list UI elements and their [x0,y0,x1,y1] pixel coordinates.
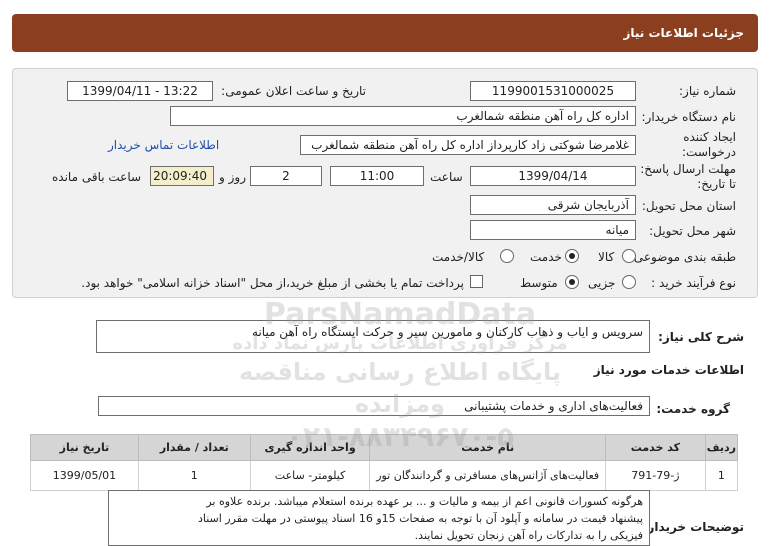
city-field: میانه [470,220,636,240]
table-header-row: ردیف کد خدمت نام خدمت واحد اندازه گیری ت… [30,434,739,461]
process-label: نوع فرآیند خرید : [651,276,736,290]
services-section-title: اطلاعات خدمات مورد نیاز [593,363,744,377]
need-number-field: 1199001531000025 [470,81,636,101]
city-label: شهر محل تحویل: [649,224,736,238]
buyer-field: اداره کل راه آهن منطقه شمالغرب [170,106,636,126]
process-minor-label: جزیی [588,276,616,290]
creator-label: ایجاد کننده درخواست: [682,130,736,159]
cell-unit: کیلومتر- ساعت [249,460,371,491]
services-table: ردیف کد خدمت نام خدمت واحد اندازه گیری ت… [30,434,739,491]
col-header-unit: واحد اندازه گیری [249,434,371,461]
cell-quantity: 1 [137,460,251,491]
summary-field: سرویس و ایاب و ذهاب کارکنان و مامورین سی… [96,320,650,353]
treasury-payment-note: پرداخت تمام یا بخشی از مبلغ خرید،از محل … [81,276,464,290]
col-header-service-name: نام خدمت [369,434,606,461]
col-header-need-date: تاریخ نیاز [30,434,139,461]
buyer-notes-field: هرگونه کسورات قانونی اعم از بیمه و مالیا… [108,490,650,546]
buyer-label: نام دستگاه خریدار: [641,110,737,124]
deadline-date-field: 1399/04/14 [470,166,636,186]
category-label: طبقه بندی موضوعی: [629,250,736,264]
service-group-field: فعالیت‌های اداری و خدمات پشتیبانی [98,396,650,416]
buyer-notes-label: توضیحات خریدار: [642,520,744,534]
category-goods-label: کالا [598,250,615,264]
page-header: جزئیات اطلاعات نیاز [12,14,758,52]
buyer-notes-line-1: هرگونه کسورات قانونی اعم از بیمه و مالیا… [206,495,643,508]
col-header-row-number: ردیف [704,434,739,461]
province-label: استان محل تحویل: [641,199,736,213]
process-minor-radio[interactable] [622,275,636,289]
treasury-payment-checkbox[interactable] [470,275,483,288]
need-number-label: شماره نیاز: [679,84,736,98]
days-label: روز و [219,170,246,184]
cell-service-name: فعالیت‌های آژانس‌های مسافرتی و گردانندگا… [369,460,606,491]
deadline-label: مهلت ارسال پاسخ: تا تاریخ: [640,162,736,191]
announce-label: تاریخ و ساعت اعلان عمومی: [221,84,366,98]
summary-label: شرح کلی نیاز: [658,330,744,344]
province-field: آذربایجان شرقی [470,195,636,215]
creator-field: غلامرضا شوکتی زاد کارپرداز اداره کل راه … [300,135,636,155]
cell-row-number: 1 [704,460,739,491]
buyer-notes-line-2: پیشنهاد قیمت در سامانه و آپلود آن با توج… [197,512,643,525]
category-goods-service-label: کالا/خدمت [432,250,485,264]
cell-need-date: 1399/05/01 [30,460,139,491]
days-remaining-field: 2 [250,166,322,186]
category-service-label: خدمت [530,250,562,264]
service-group-label: گروه خدمت: [656,402,730,416]
col-header-service-code: کد خدمت [604,434,706,461]
time-remaining-field: 20:09:40 [150,166,214,186]
category-service-radio[interactable] [565,249,579,263]
announce-datetime-field: 1399/04/11 - 13:22 [67,81,213,101]
deadline-time-label: ساعت [430,170,463,184]
deadline-time-field: 11:00 [330,166,424,186]
cell-service-code: ژ-79-791 [604,460,706,491]
category-goods-service-radio[interactable] [500,249,514,263]
col-header-quantity: تعداد / مقدار [137,434,251,461]
page-title: جزئیات اطلاعات نیاز [623,26,744,40]
buyer-notes-line-3: فیزیکی را به تدارکات راه آهن زنجان تحویل… [414,529,643,542]
time-remaining-label: ساعت باقی مانده [52,170,142,184]
process-medium-label: متوسط [520,276,558,290]
contact-info-link[interactable]: اطلاعات تماس خریدار [108,138,219,152]
category-goods-radio[interactable] [622,249,636,263]
process-medium-radio[interactable] [565,275,579,289]
table-row: 1 ژ-79-791 فعالیت‌های آژانس‌های مسافرتی … [30,460,739,491]
